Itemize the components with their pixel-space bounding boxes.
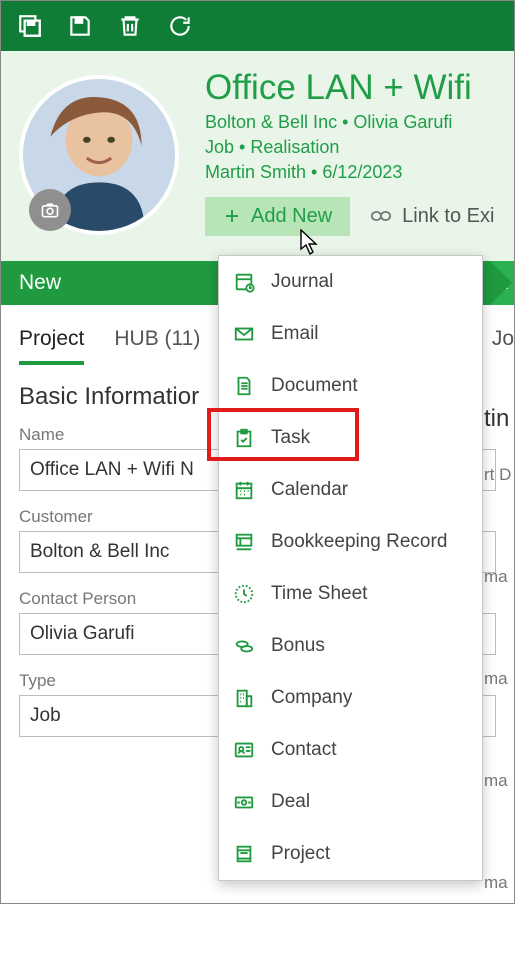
journal-icon xyxy=(233,271,255,293)
task-icon xyxy=(233,427,255,449)
project-icon xyxy=(233,843,255,865)
link-to-existing-button[interactable]: Link to Exi xyxy=(370,197,494,236)
dd-item-project[interactable]: Project xyxy=(219,828,482,880)
right-field-value-partial: ma xyxy=(484,567,514,669)
dd-item-calendar[interactable]: Calendar xyxy=(219,464,482,516)
timesheet-icon xyxy=(233,583,255,605)
document-icon xyxy=(233,375,255,397)
dd-item-bonus[interactable]: Bonus xyxy=(219,620,482,672)
right-field-label-partial: rt D xyxy=(484,465,514,567)
dd-item-company[interactable]: Company xyxy=(219,672,482,724)
page-title: Office LAN + Wifi xyxy=(205,69,496,108)
calendar-icon xyxy=(233,479,255,501)
save-icon[interactable] xyxy=(67,13,93,39)
meta-owner-date: Martin Smith • 6/12/2023 xyxy=(205,162,496,183)
dd-item-document[interactable]: Document xyxy=(219,360,482,412)
dd-item-bookkeeping[interactable]: Bookkeeping Record xyxy=(219,516,482,568)
meta-type-stage: Job • Realisation xyxy=(205,137,496,158)
add-new-dropdown: Journal Email Document Task Calendar Boo… xyxy=(218,255,483,881)
dd-item-task[interactable]: Task xyxy=(219,412,482,464)
right-field-value-partial-3: ma xyxy=(484,771,514,873)
delete-icon[interactable] xyxy=(117,13,143,39)
add-new-label: Add New xyxy=(251,205,332,228)
email-icon xyxy=(233,323,255,345)
meta-customer-contact: Bolton & Bell Inc • Olivia Garufi xyxy=(205,112,496,133)
contact-icon xyxy=(233,739,255,761)
right-field-value-partial-4: ma xyxy=(484,873,514,975)
tab-hub[interactable]: HUB (11) xyxy=(114,327,200,365)
tab-journal-partial[interactable]: Jo xyxy=(492,327,514,361)
camera-icon[interactable] xyxy=(29,189,71,231)
link-to-label: Link to Exi xyxy=(402,205,494,228)
bookkeeping-icon xyxy=(233,531,255,553)
right-section-title-partial: tin xyxy=(484,405,514,447)
bonus-icon xyxy=(233,635,255,657)
dd-item-contact[interactable]: Contact xyxy=(219,724,482,776)
dd-item-journal[interactable]: Journal xyxy=(219,256,482,308)
save-all-icon[interactable] xyxy=(17,13,43,39)
dd-item-email[interactable]: Email xyxy=(219,308,482,360)
tab-project[interactable]: Project xyxy=(19,327,84,365)
refresh-icon[interactable] xyxy=(167,13,193,39)
deal-icon xyxy=(233,791,255,813)
dd-item-deal[interactable]: Deal xyxy=(219,776,482,828)
add-new-button[interactable]: Add New xyxy=(205,197,350,236)
dd-item-timesheet[interactable]: Time Sheet xyxy=(219,568,482,620)
company-icon xyxy=(233,687,255,709)
right-field-value-partial-2: ma xyxy=(484,669,514,771)
